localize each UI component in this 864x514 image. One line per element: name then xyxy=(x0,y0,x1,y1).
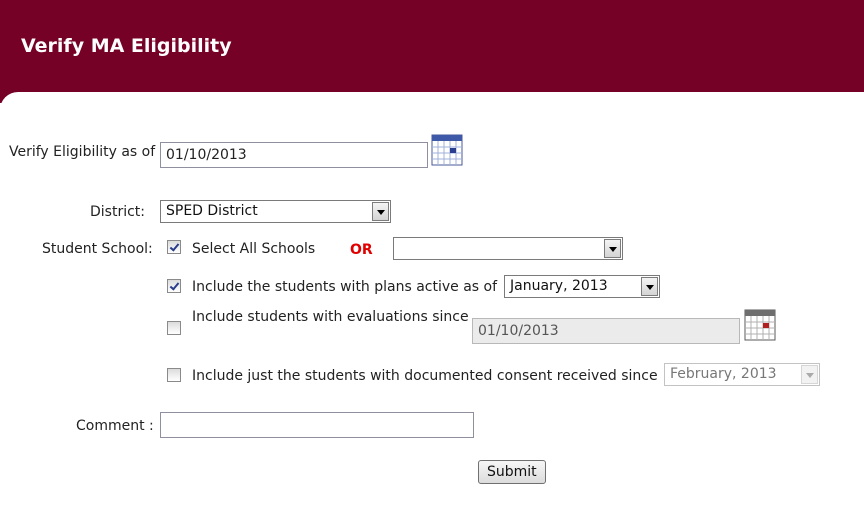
consent-checkbox[interactable] xyxy=(167,368,181,382)
district-label: District: xyxy=(90,204,146,220)
plans-active-label: Include the students with plans active a… xyxy=(192,279,498,295)
submit-button[interactable]: Submit xyxy=(478,460,546,484)
select-all-schools-label: Select All Schools xyxy=(192,241,316,257)
plans-active-month-select[interactable]: January, 2013 xyxy=(504,275,660,298)
student-school-label: Student School: xyxy=(42,241,153,257)
comment-input[interactable] xyxy=(160,412,474,438)
calendar-icon[interactable] xyxy=(744,309,776,341)
as-of-label: Verify Eligibility as of xyxy=(9,144,156,160)
select-all-schools-checkbox[interactable] xyxy=(167,240,181,254)
evaluations-checkbox[interactable] xyxy=(167,321,181,335)
page-title: Verify MA Eligibility xyxy=(21,35,232,57)
as-of-date-input[interactable] xyxy=(160,142,428,168)
consent-month-select[interactable]: February, 2013 xyxy=(664,363,820,386)
chevron-down-icon[interactable] xyxy=(372,202,389,221)
or-label: OR xyxy=(350,242,373,258)
header-curve xyxy=(0,92,864,112)
chevron-down-icon[interactable] xyxy=(641,277,658,296)
consent-label: Include just the students with documente… xyxy=(192,368,658,384)
calendar-icon[interactable] xyxy=(431,134,463,166)
consent-month-value: February, 2013 xyxy=(670,366,777,382)
comment-label: Comment : xyxy=(76,418,154,434)
evaluations-date-input[interactable] xyxy=(472,318,740,344)
school-select[interactable] xyxy=(393,237,623,260)
evaluations-label: Include students with evaluations since xyxy=(192,309,469,325)
plans-active-checkbox[interactable] xyxy=(167,279,181,293)
chevron-down-icon[interactable] xyxy=(604,239,621,258)
district-select[interactable]: SPED District xyxy=(160,200,391,223)
page-header: Verify MA Eligibility xyxy=(0,0,864,103)
chevron-down-icon[interactable] xyxy=(801,365,818,384)
district-select-value: SPED District xyxy=(166,203,258,219)
plans-active-month-value: January, 2013 xyxy=(510,278,608,294)
